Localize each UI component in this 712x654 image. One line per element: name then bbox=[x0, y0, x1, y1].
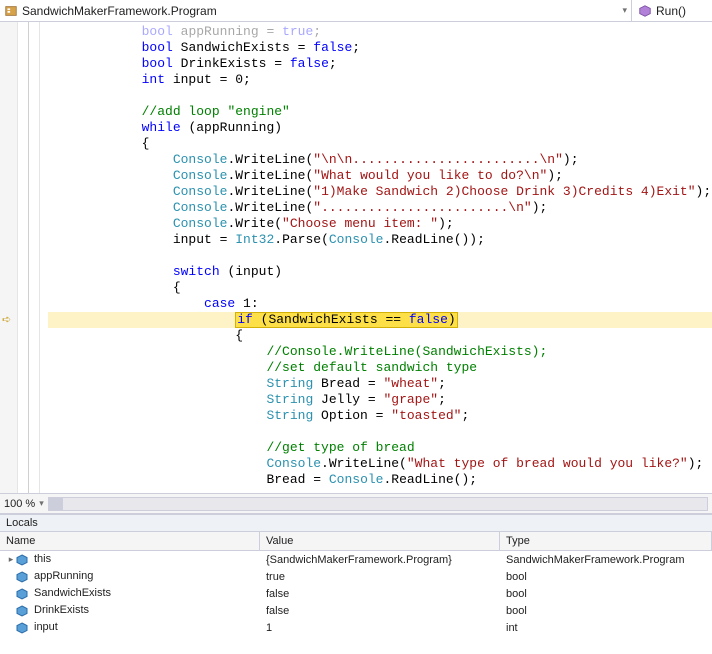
code-line[interactable]: int input = 0; bbox=[48, 72, 712, 88]
code-line[interactable] bbox=[48, 248, 712, 264]
code-line[interactable]: { bbox=[48, 328, 712, 344]
code-line[interactable]: input = Int32.Parse(Console.ReadLine()); bbox=[48, 232, 712, 248]
var-name: SandwichExists bbox=[34, 587, 111, 599]
var-type: bool bbox=[500, 571, 712, 583]
var-value: false bbox=[260, 588, 500, 600]
code-line[interactable]: Console.WriteLine("What would you like t… bbox=[48, 168, 712, 184]
variable-icon bbox=[16, 571, 28, 583]
var-name: input bbox=[34, 621, 58, 633]
var-type: bool bbox=[500, 588, 712, 600]
code-line[interactable]: { bbox=[48, 280, 712, 296]
locals-row[interactable]: ▸ this {SandwichMakerFramework.Program}San… bbox=[0, 551, 712, 568]
code-line[interactable]: String Option = "toasted"; bbox=[48, 408, 712, 424]
code-line[interactable]: Console.WriteLine("1)Make Sandwich 2)Cho… bbox=[48, 184, 712, 200]
code-body[interactable]: bool appRunning = true; bool SandwichExi… bbox=[40, 22, 712, 493]
header-type[interactable]: Type bbox=[500, 532, 712, 550]
code-line[interactable]: switch (input) bbox=[48, 264, 712, 280]
code-line[interactable]: Console.WriteLine(".....................… bbox=[48, 200, 712, 216]
locals-row[interactable]: appRunning truebool bbox=[0, 568, 712, 585]
variable-icon bbox=[16, 554, 28, 566]
class-icon bbox=[4, 4, 18, 18]
code-line[interactable]: Console.WriteLine("\n\n.................… bbox=[48, 152, 712, 168]
code-editor: ➪ bool appRunning = true; bool SandwichE… bbox=[0, 22, 712, 494]
var-type: SandwichMakerFramework.Program bbox=[500, 554, 712, 566]
locals-body[interactable]: ▸this{SandwichMakerFramework.Program}San… bbox=[0, 551, 712, 654]
code-line[interactable]: bool appRunning = true; bbox=[48, 24, 712, 40]
var-name: DrinkExists bbox=[34, 604, 89, 616]
var-value: false bbox=[260, 605, 500, 617]
chevron-down-icon[interactable]: ▾ bbox=[39, 498, 44, 509]
code-line[interactable]: String Jelly = "grape"; bbox=[48, 392, 712, 408]
code-line[interactable]: while (appRunning) bbox=[48, 120, 712, 136]
header-value[interactable]: Value bbox=[260, 532, 500, 550]
var-value: 1 bbox=[260, 622, 500, 634]
code-line[interactable] bbox=[48, 488, 712, 493]
indicator-margin[interactable]: ➪ bbox=[0, 22, 18, 493]
code-line[interactable]: case 1: bbox=[48, 296, 712, 312]
code-line[interactable]: bool SandwichExists = false; bbox=[48, 40, 712, 56]
outline-margin[interactable] bbox=[18, 22, 40, 493]
zoom-label: 100 % bbox=[4, 498, 35, 510]
variable-icon bbox=[16, 588, 28, 600]
var-value: {SandwichMakerFramework.Program} bbox=[260, 554, 500, 566]
code-line[interactable]: { bbox=[48, 136, 712, 152]
locals-header: Name Value Type bbox=[0, 532, 712, 551]
expand-icon[interactable]: ▸ bbox=[6, 554, 16, 565]
code-line[interactable] bbox=[48, 88, 712, 104]
method-icon bbox=[638, 4, 652, 18]
var-name: appRunning bbox=[34, 570, 93, 582]
code-line[interactable]: Bread = Console.ReadLine(); bbox=[48, 472, 712, 488]
locals-title: Locals bbox=[0, 515, 712, 532]
code-line[interactable]: Console.WriteLine("What type of bread wo… bbox=[48, 456, 712, 472]
var-type: int bbox=[500, 622, 712, 634]
code-line[interactable]: String Bread = "wheat"; bbox=[48, 376, 712, 392]
chevron-down-icon: ▾ bbox=[622, 5, 627, 16]
var-name: this bbox=[34, 553, 51, 565]
code-line[interactable]: //set default sandwich type bbox=[48, 360, 712, 376]
zoom-bar: 100 % ▾ bbox=[0, 494, 712, 514]
horizontal-scrollbar[interactable] bbox=[48, 497, 708, 511]
class-label: SandwichMakerFramework.Program bbox=[22, 4, 217, 18]
variable-icon bbox=[16, 622, 28, 634]
outline-guide bbox=[28, 22, 29, 493]
code-line[interactable]: Console.Write("Choose menu item: "); bbox=[48, 216, 712, 232]
code-line[interactable] bbox=[48, 424, 712, 440]
locals-row[interactable]: SandwichExists falsebool bbox=[0, 585, 712, 602]
locals-panel: Locals Name Value Type ▸ this {SandwichMak… bbox=[0, 514, 712, 654]
code-line[interactable]: //add loop "engine" bbox=[48, 104, 712, 120]
navigation-bar: SandwichMakerFramework.Program ▾ Run() bbox=[0, 0, 712, 22]
execution-pointer-icon: ➪ bbox=[2, 313, 11, 326]
var-type: bool bbox=[500, 605, 712, 617]
code-line[interactable]: //Console.WriteLine(SandwichExists); bbox=[48, 344, 712, 360]
code-line[interactable]: bool DrinkExists = false; bbox=[48, 56, 712, 72]
scrollbar-thumb[interactable] bbox=[49, 498, 63, 510]
variable-icon bbox=[16, 605, 28, 617]
code-line[interactable]: if (SandwichExists == false) bbox=[48, 312, 712, 328]
code-line[interactable]: //get type of bread bbox=[48, 440, 712, 456]
method-dropdown[interactable]: Run() bbox=[632, 0, 712, 21]
method-label: Run() bbox=[656, 4, 686, 18]
locals-row[interactable]: DrinkExists falsebool bbox=[0, 602, 712, 619]
class-dropdown[interactable]: SandwichMakerFramework.Program ▾ bbox=[0, 0, 632, 21]
header-name[interactable]: Name bbox=[0, 532, 260, 550]
locals-row[interactable]: input 1int bbox=[0, 619, 712, 636]
var-value: true bbox=[260, 571, 500, 583]
